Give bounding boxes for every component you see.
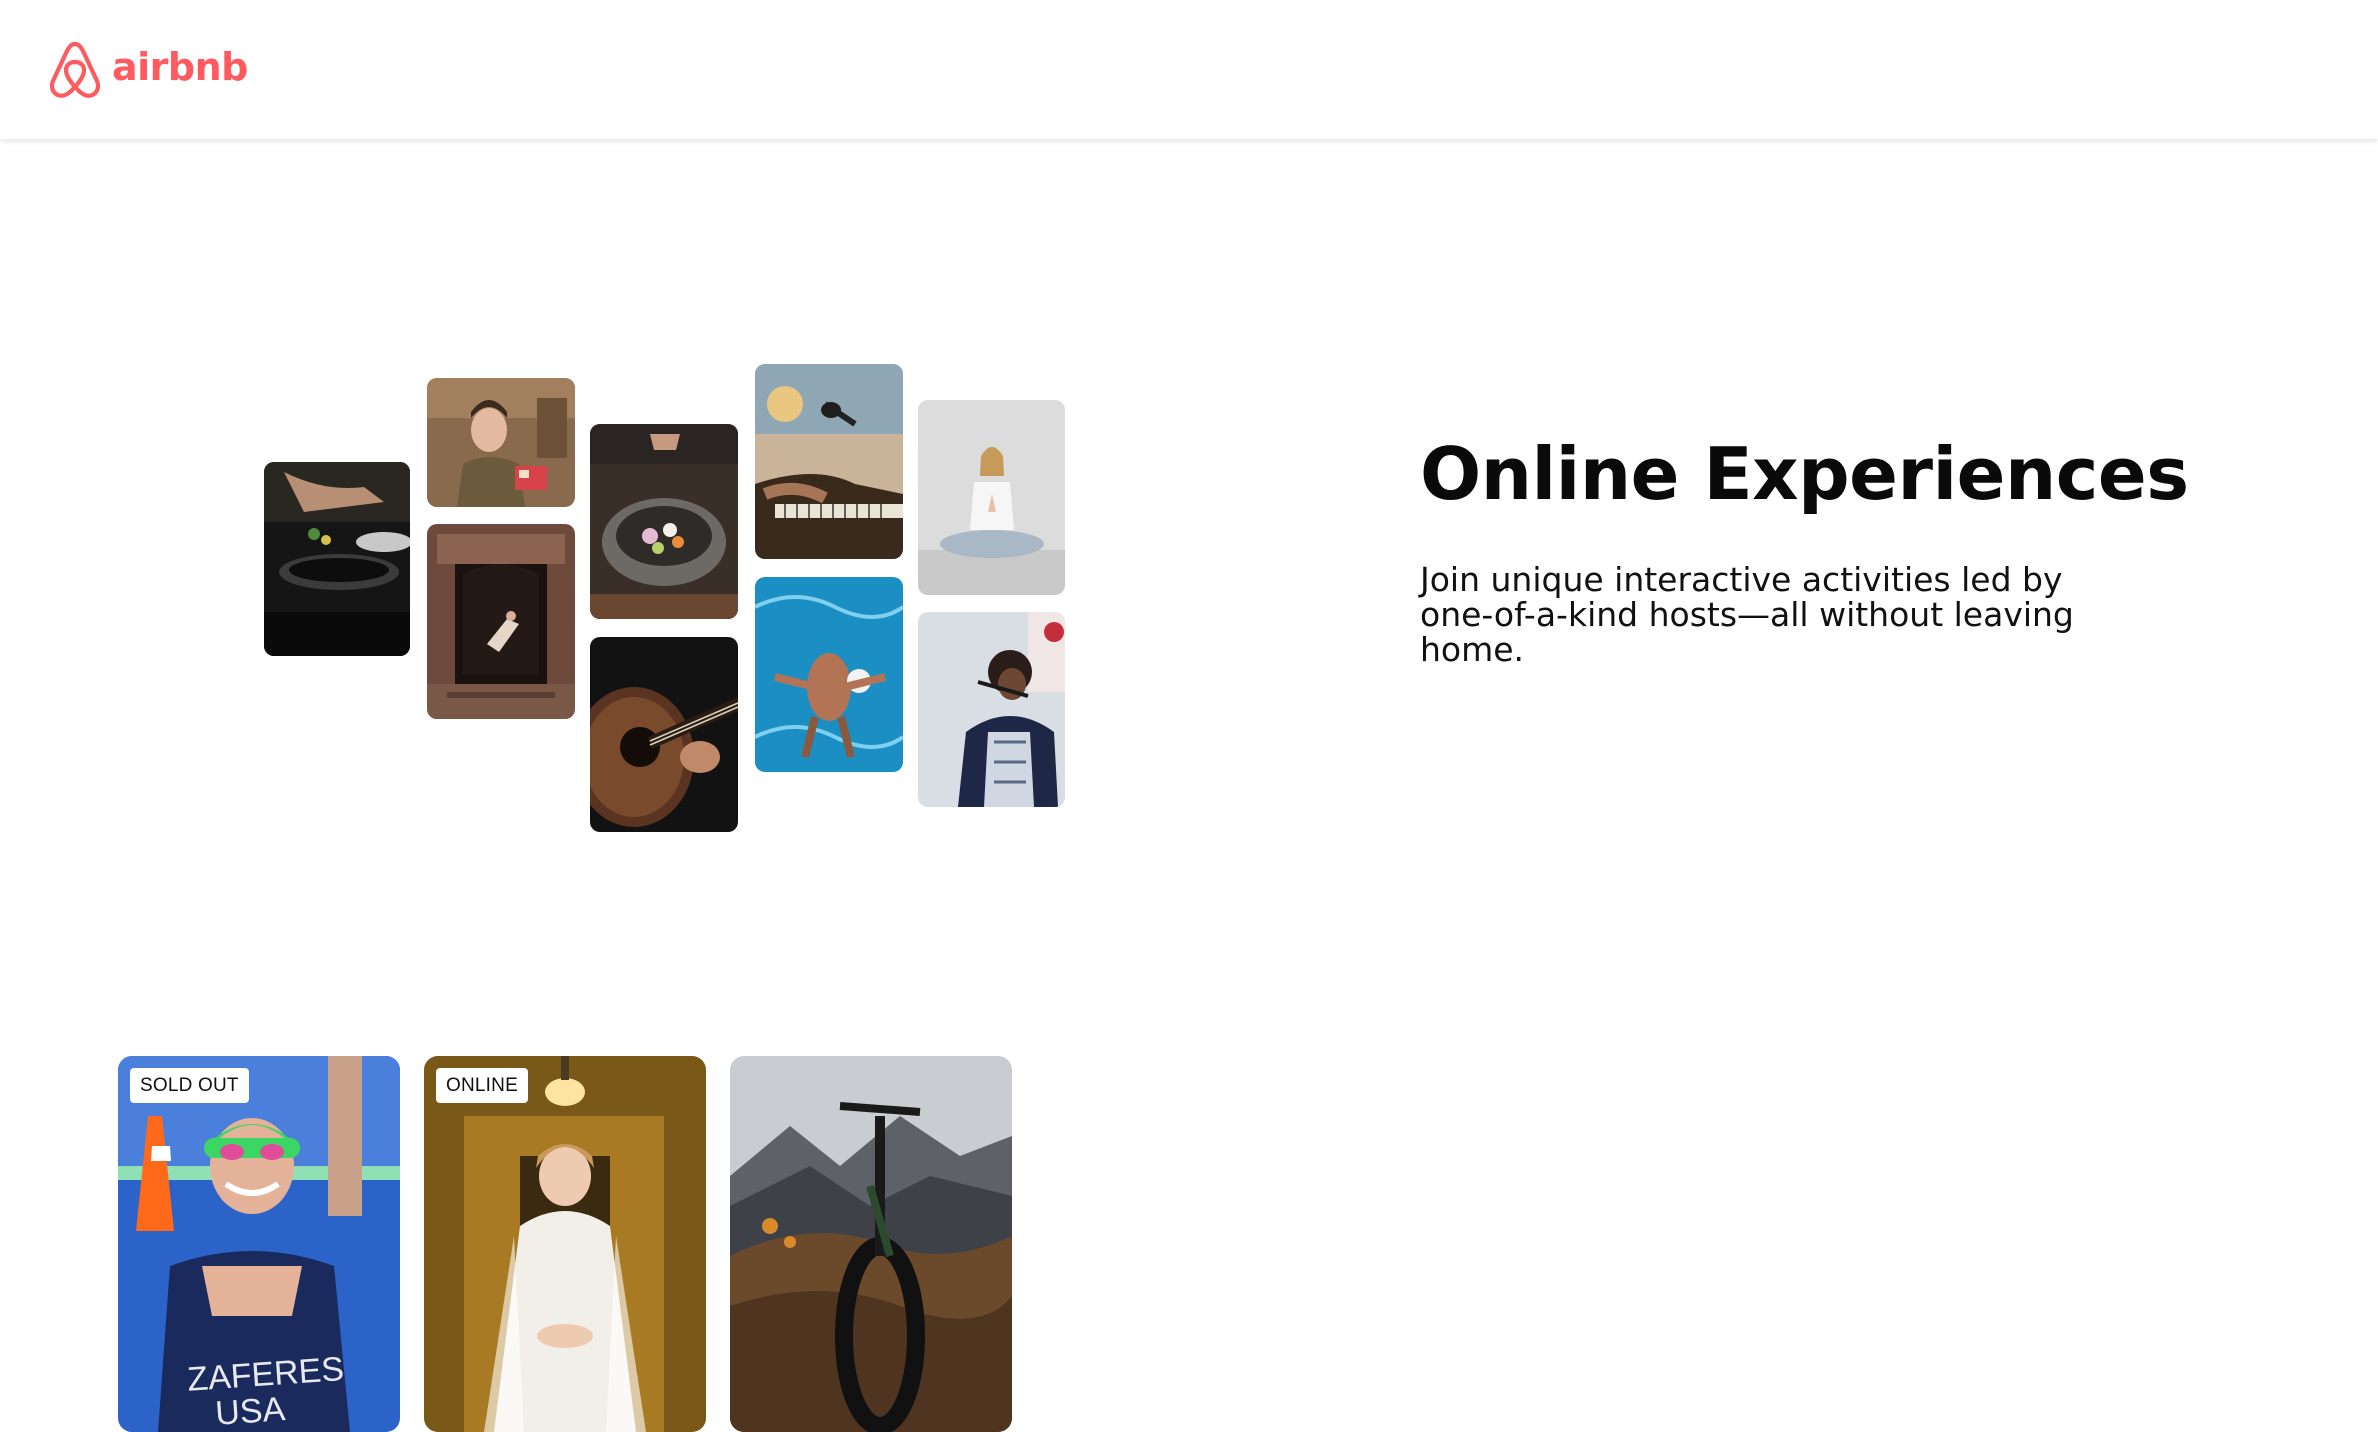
triathlete-photo: ZAFERES USA bbox=[118, 1056, 400, 1432]
cooking-pans-photo bbox=[264, 462, 410, 656]
garnish-bowl-photo bbox=[590, 424, 738, 619]
swimmer-pool-photo bbox=[755, 577, 903, 772]
airbnb-belo-icon bbox=[49, 41, 101, 98]
guitar-player-photo bbox=[590, 637, 738, 832]
airbnb-logo-link[interactable]: airbnb bbox=[46, 38, 248, 100]
host-holding-cards-photo bbox=[427, 378, 575, 507]
experience-card-3[interactable] bbox=[730, 1056, 1012, 1432]
svg-text:USA: USA bbox=[214, 1390, 287, 1432]
online-badge: ONLINE bbox=[436, 1068, 528, 1103]
singer-microphone-photo bbox=[918, 612, 1065, 807]
top-navbar: airbnb bbox=[0, 0, 2378, 139]
piano-microphone-photo bbox=[755, 364, 903, 559]
page-subtitle: Join unique interactive activities led b… bbox=[1420, 560, 2074, 669]
mountain-bike-photo bbox=[730, 1056, 1012, 1432]
bride-photo bbox=[424, 1056, 706, 1432]
experience-cards-row: ZAFERES USA SOLD OUT ONLINE bbox=[118, 1056, 1012, 1432]
sold-out-badge: SOLD OUT bbox=[130, 1068, 249, 1103]
brand-name: airbnb bbox=[112, 45, 248, 89]
page-title: Online Experiences bbox=[1420, 432, 2189, 516]
experience-card-1[interactable]: ZAFERES USA SOLD OUT bbox=[118, 1056, 400, 1432]
experience-card-2[interactable]: ONLINE bbox=[424, 1056, 706, 1432]
dancer-doorway-photo bbox=[427, 524, 575, 719]
meditation-photo bbox=[918, 400, 1065, 595]
